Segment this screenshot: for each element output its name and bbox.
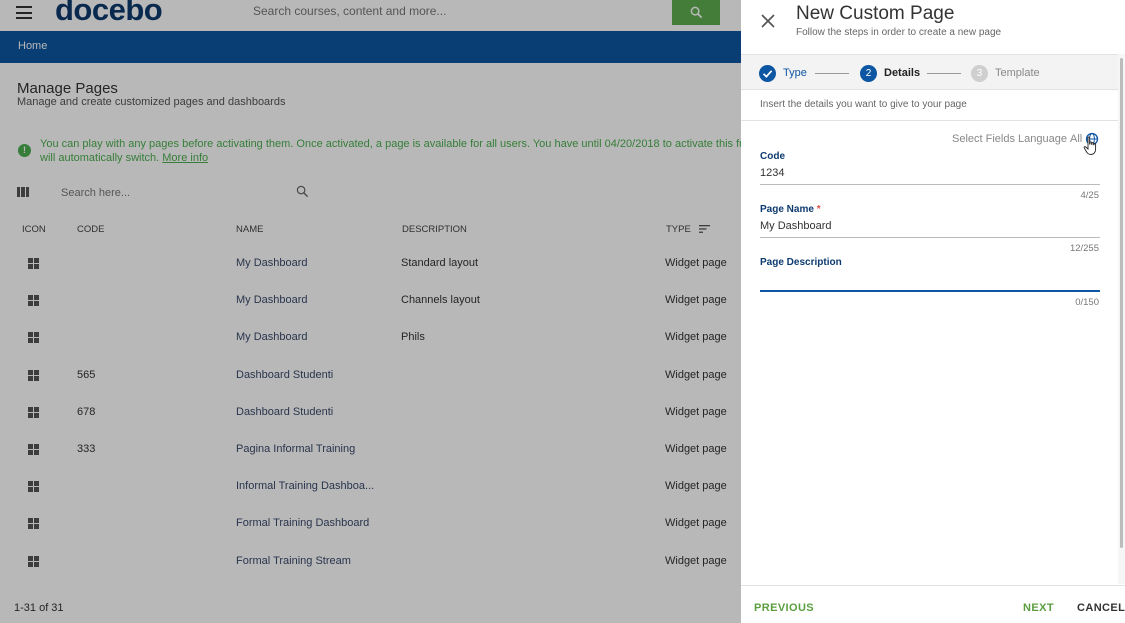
step-1-label[interactable]: Type <box>783 67 807 79</box>
panel-scrollbar-thumb[interactable] <box>1120 58 1123 548</box>
previous-button[interactable]: PREVIOUS <box>754 602 814 614</box>
page-name-label: Page Name * <box>760 204 821 215</box>
next-button[interactable]: NEXT <box>1023 602 1054 614</box>
step-connector <box>815 73 849 74</box>
details-instructions: Insert the details you want to give to y… <box>760 99 967 110</box>
page-name-label-text: Page Name <box>760 204 814 215</box>
step-2-number[interactable]: 2 <box>860 65 877 82</box>
new-custom-page-panel <box>741 0 1125 623</box>
hand-cursor-icon <box>1083 136 1097 155</box>
required-mark: * <box>816 204 821 215</box>
page-description-label: Page Description <box>760 257 842 268</box>
step-3-label[interactable]: Template <box>995 67 1040 79</box>
close-icon[interactable] <box>760 13 776 29</box>
panel-subtitle: Follow the steps in order to create a ne… <box>796 27 1002 38</box>
modal-backdrop[interactable] <box>0 0 741 623</box>
page-description-input[interactable] <box>760 273 1100 287</box>
page-name-underline <box>760 237 1100 238</box>
check-icon <box>762 70 773 78</box>
panel-title: New Custom Page <box>796 3 955 24</box>
page-description-underline <box>760 290 1100 292</box>
code-underline <box>760 184 1100 185</box>
cancel-button[interactable]: CANCEL <box>1077 602 1125 614</box>
step-3-number[interactable]: 3 <box>971 65 988 82</box>
step-2-label[interactable]: Details <box>884 67 920 79</box>
step-connector <box>927 73 961 74</box>
code-input[interactable]: 1234 <box>760 167 784 179</box>
page-name-char-counter: 12/255 <box>1069 243 1099 254</box>
page-name-input[interactable]: My Dashboard <box>760 220 832 232</box>
fields-language-label: Select Fields Language <box>952 133 1067 145</box>
page-description-char-counter: 0/150 <box>1075 297 1099 308</box>
fields-language-select[interactable]: All <box>1070 133 1082 145</box>
code-label: Code <box>760 151 785 162</box>
divider <box>741 120 1118 121</box>
code-char-counter: 4/25 <box>1080 190 1100 201</box>
step-1-check-icon[interactable] <box>759 65 776 82</box>
panel-footer-divider <box>741 585 1125 586</box>
